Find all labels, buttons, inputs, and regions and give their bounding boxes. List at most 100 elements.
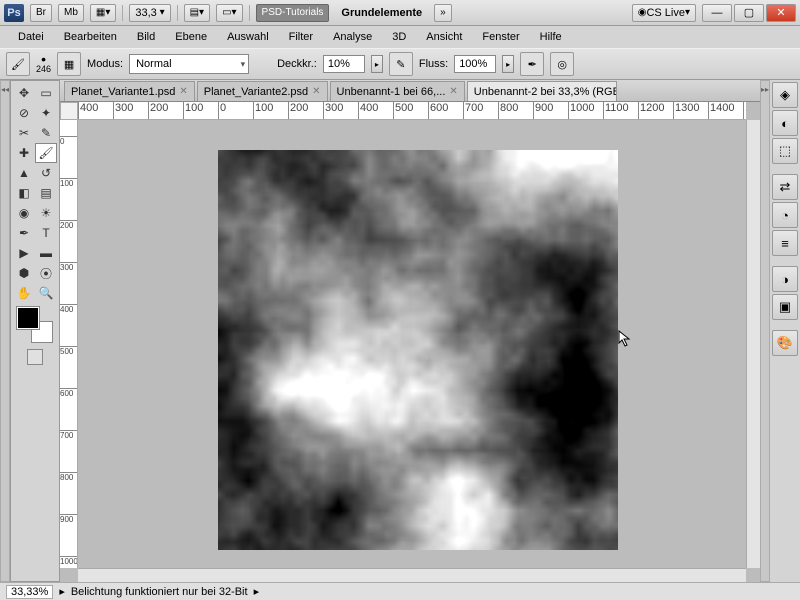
minimize-button[interactable]: — xyxy=(702,4,732,22)
panel-dock: ◈ ◐ ⬚ ⇄ ◔ ≡ ◑ ▣ 🎨 xyxy=(770,80,800,582)
healing-tool[interactable]: ✚ xyxy=(13,143,35,163)
menu-auswahl[interactable]: Auswahl xyxy=(217,28,279,46)
dodge-tool[interactable]: ☀ xyxy=(35,203,57,223)
view-extras-button[interactable]: ▦▾ xyxy=(90,4,116,22)
status-flyout-icon[interactable]: ▸ xyxy=(254,585,260,598)
document-tab[interactable]: Planet_Variante1.psd✕ xyxy=(64,81,195,101)
tablet-size-toggle[interactable]: ◎ xyxy=(550,52,574,76)
document-tab[interactable]: Planet_Variante2.psd✕ xyxy=(197,81,328,101)
flow-flyout[interactable]: ▸ xyxy=(502,55,514,73)
maximize-button[interactable]: ▢ xyxy=(734,4,764,22)
close-button[interactable]: ✕ xyxy=(766,4,796,22)
foreground-color-swatch[interactable] xyxy=(17,307,39,329)
menu-bild[interactable]: Bild xyxy=(127,28,165,46)
menu-3d[interactable]: 3D xyxy=(382,28,416,46)
collapse-right-handle[interactable]: ▸▸ xyxy=(760,80,770,582)
blur-tool[interactable]: ◉ xyxy=(13,203,35,223)
navigator-panel-icon[interactable]: ▣ xyxy=(772,294,798,320)
eraser-tool[interactable]: ◧ xyxy=(13,183,35,203)
color-panel-icon[interactable]: 🎨 xyxy=(772,330,798,356)
status-message: Belichtung funktioniert nur bei 32-Bit xyxy=(71,586,248,598)
hand-tool[interactable]: ✋ xyxy=(13,283,35,303)
contrast-panel-icon[interactable]: ◑ xyxy=(772,266,798,292)
cs-live-label: CS Live xyxy=(646,7,685,19)
menu-bearbeiten[interactable]: Bearbeiten xyxy=(54,28,127,46)
brush-preset-picker[interactable]: • 246 xyxy=(36,54,51,74)
lasso-tool[interactable]: ⊘ xyxy=(13,103,35,123)
adjustments-panel-icon[interactable]: ⇄ xyxy=(772,174,798,200)
vertical-ruler[interactable]: 01002003004005006007008009001000 xyxy=(60,120,78,568)
app-logo-icon: Ps xyxy=(4,4,24,22)
status-play-icon[interactable]: ▸ xyxy=(59,585,65,598)
tab-close-icon[interactable]: ✕ xyxy=(449,86,457,97)
menu-ansicht[interactable]: Ansicht xyxy=(416,28,472,46)
opacity-input[interactable]: 10% xyxy=(323,55,365,73)
document-tab[interactable]: Unbenannt-2 bei 33,3% (RGB/8) *✕ xyxy=(467,81,617,101)
layers-panel-icon[interactable]: ◈ xyxy=(772,82,798,108)
flow-input[interactable]: 100% xyxy=(454,55,496,73)
separator xyxy=(122,5,123,21)
masks-panel-icon[interactable]: ◔ xyxy=(772,202,798,228)
type-tool[interactable]: T xyxy=(35,223,57,243)
vertical-scrollbar[interactable] xyxy=(746,120,760,568)
options-bar: 🖌 • 246 ▦ Modus: Normal Deckkr.: 10% ▸ ✎… xyxy=(0,48,800,80)
ruler-origin[interactable] xyxy=(60,102,78,120)
cursor-icon xyxy=(618,330,632,348)
3d-camera-tool[interactable]: ⦿ xyxy=(35,263,57,283)
eyedropper-tool[interactable]: ✎ xyxy=(35,123,57,143)
workspace-switcher-button[interactable]: PSD-Tutorials xyxy=(256,4,330,22)
menu-fenster[interactable]: Fenster xyxy=(472,28,529,46)
document-tabs: Planet_Variante1.psd✕ Planet_Variante2.p… xyxy=(60,80,760,102)
workspace-name-label[interactable]: Grundelemente xyxy=(335,5,428,21)
status-zoom-field[interactable]: 33,33% xyxy=(6,585,53,599)
cs-live-button[interactable]: ◉ CS Live ▾ xyxy=(632,4,696,22)
tablet-opacity-toggle[interactable]: ✎ xyxy=(389,52,413,76)
menu-hilfe[interactable]: Hilfe xyxy=(530,28,572,46)
title-bar: Ps Br Mb ▦▾ 33,3 ▾ ▤▾ ▭▾ PSD-Tutorials G… xyxy=(0,0,800,26)
path-select-tool[interactable]: ▶ xyxy=(13,243,35,263)
gradient-tool[interactable]: ▤ xyxy=(35,183,57,203)
quick-select-tool[interactable]: ✦ xyxy=(35,103,57,123)
brush-panel-toggle[interactable]: ▦ xyxy=(57,52,81,76)
move-tool[interactable]: ✥ xyxy=(13,83,35,103)
menu-ebene[interactable]: Ebene xyxy=(165,28,217,46)
menu-filter[interactable]: Filter xyxy=(279,28,323,46)
canvas-viewport[interactable] xyxy=(78,120,746,568)
channels-panel-icon[interactable]: ◐ xyxy=(772,110,798,136)
quickmask-toggle[interactable] xyxy=(27,349,43,365)
tool-preset-picker[interactable]: 🖌 xyxy=(6,52,30,76)
zoom-level-dropdown[interactable]: 33,3 ▾ xyxy=(129,4,170,22)
shape-tool[interactable]: ▬ xyxy=(35,243,57,263)
color-swatches[interactable] xyxy=(17,307,53,343)
paths-panel-icon[interactable]: ⬚ xyxy=(772,138,798,164)
airbrush-toggle[interactable]: ✒ xyxy=(520,52,544,76)
main-area: ◂◂ ✥▭ ⊘✦ ✂✎ ✚🖌 ▲↺ ◧▤ ◉☀ ✒T ▶▬ ⬢⦿ ✋🔍 Plan… xyxy=(0,80,800,582)
document-canvas[interactable] xyxy=(218,150,618,550)
opacity-flyout[interactable]: ▸ xyxy=(371,55,383,73)
toolbox: ✥▭ ⊘✦ ✂✎ ✚🖌 ▲↺ ◧▤ ◉☀ ✒T ▶▬ ⬢⦿ ✋🔍 xyxy=(10,80,60,582)
screen-mode-button[interactable]: ▭▾ xyxy=(216,4,242,22)
brush-tool[interactable]: 🖌 xyxy=(35,143,57,163)
tab-close-icon[interactable]: ✕ xyxy=(179,86,187,97)
zoom-tool[interactable]: 🔍 xyxy=(35,283,57,303)
history-brush-tool[interactable]: ↺ xyxy=(35,163,57,183)
workspace-more-button[interactable]: » xyxy=(434,4,452,22)
collapse-left-handle[interactable]: ◂◂ xyxy=(0,80,10,582)
menu-datei[interactable]: Datei xyxy=(8,28,54,46)
menu-analyse[interactable]: Analyse xyxy=(323,28,382,46)
minibridge-button[interactable]: Mb xyxy=(58,4,84,22)
horizontal-scrollbar[interactable] xyxy=(78,568,746,582)
blend-mode-dropdown[interactable]: Normal xyxy=(129,54,249,74)
stamp-tool[interactable]: ▲ xyxy=(13,163,35,183)
bridge-button[interactable]: Br xyxy=(30,4,52,22)
3d-tool[interactable]: ⬢ xyxy=(13,263,35,283)
horizontal-ruler[interactable]: 4003002001000100200300400500600700800900… xyxy=(78,102,746,120)
document-tab[interactable]: Unbenannt-1 bei 66,...✕ xyxy=(330,81,465,101)
styles-panel-icon[interactable]: ≡ xyxy=(772,230,798,256)
opacity-label: Deckkr.: xyxy=(277,58,317,70)
pen-tool[interactable]: ✒ xyxy=(13,223,35,243)
marquee-tool[interactable]: ▭ xyxy=(35,83,57,103)
tab-close-icon[interactable]: ✕ xyxy=(312,86,320,97)
crop-tool[interactable]: ✂ xyxy=(13,123,35,143)
arrange-documents-button[interactable]: ▤▾ xyxy=(184,4,210,22)
